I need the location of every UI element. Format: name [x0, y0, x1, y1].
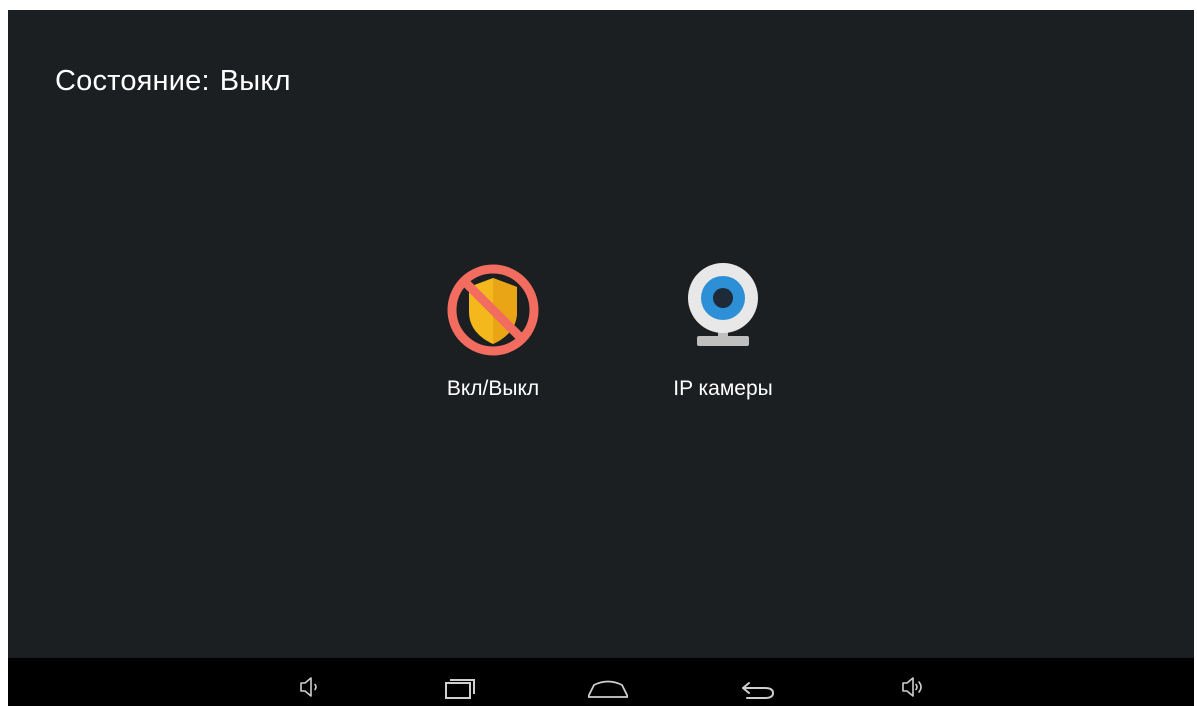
shield-disabled-icon: [443, 260, 543, 360]
home-button[interactable]: [588, 666, 628, 706]
status-line: Состояние: Выкл: [55, 65, 291, 98]
back-icon: [742, 682, 775, 699]
volume-down-button[interactable]: [290, 666, 330, 706]
toggle-security-button[interactable]: Вкл/Выкл: [408, 260, 578, 420]
back-button[interactable]: [737, 666, 777, 706]
toggle-security-label: Вкл/Выкл: [446, 377, 540, 400]
system-navigation-bar: [8, 658, 1194, 706]
app-screen: Состояние: Выкл Вкл/Выкл IP камеры: [8, 10, 1194, 706]
recent-apps-button[interactable]: [439, 666, 479, 706]
ip-cameras-label: IP камеры: [673, 377, 773, 400]
volume-up-icon: [902, 677, 922, 697]
home-icon: [588, 680, 628, 698]
webcam-icon: [673, 260, 773, 360]
ip-cameras-button[interactable]: IP камеры: [638, 260, 808, 420]
volume-down-icon: [300, 677, 317, 697]
status-value: Выкл: [219, 65, 291, 97]
status-label: Состояние:: [55, 65, 210, 97]
volume-up-button[interactable]: [892, 666, 932, 706]
recent-apps-icon: [445, 679, 475, 699]
